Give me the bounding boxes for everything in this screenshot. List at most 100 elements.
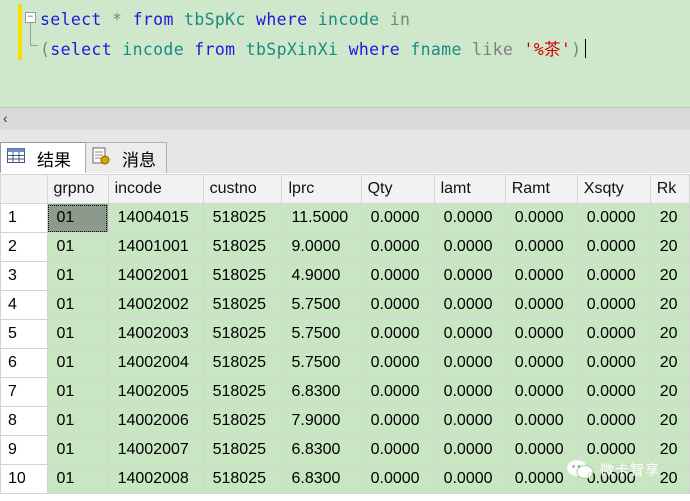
column-header[interactable]: incode — [107, 174, 204, 204]
table-cell[interactable]: 20 — [649, 232, 690, 262]
table-cell[interactable]: 0.0000 — [360, 261, 435, 291]
table-cell[interactable]: 518025 — [202, 435, 283, 465]
table-cell[interactable]: 518025 — [202, 203, 283, 233]
table-cell[interactable]: 01 — [46, 203, 109, 233]
table-cell[interactable]: 0.0000 — [433, 348, 506, 378]
table-cell[interactable]: 20 — [649, 290, 690, 320]
column-header[interactable]: Ramt — [504, 174, 578, 204]
table-cell[interactable]: 0.0000 — [504, 406, 578, 436]
table-cell[interactable]: 6.8300 — [281, 377, 362, 407]
table-cell[interactable]: 0.0000 — [360, 435, 435, 465]
table-cell[interactable]: 14002006 — [107, 406, 204, 436]
table-cell[interactable]: 14002002 — [107, 290, 204, 320]
table-cell[interactable]: 0.0000 — [576, 348, 651, 378]
row-number[interactable]: 4 — [0, 290, 48, 320]
row-number[interactable]: 2 — [0, 232, 48, 262]
column-header[interactable]: grpno — [46, 174, 109, 204]
table-cell[interactable]: 0.0000 — [360, 290, 435, 320]
table-cell[interactable]: 0.0000 — [433, 290, 506, 320]
table-cell[interactable]: 0.0000 — [433, 319, 506, 349]
table-cell[interactable]: 5.7500 — [281, 348, 362, 378]
table-cell[interactable]: 518025 — [202, 319, 283, 349]
table-cell[interactable]: 20 — [649, 406, 690, 436]
table-cell[interactable]: 01 — [46, 377, 109, 407]
results-grid[interactable]: grpno incode custno lprc Qty lamt Ramt X… — [0, 174, 690, 501]
table-cell[interactable]: 0.0000 — [360, 348, 435, 378]
table-cell[interactable]: 01 — [46, 319, 109, 349]
table-row[interactable]: 5 01 14002003 518025 5.7500 0.0000 0.0000 0.000… — [0, 319, 690, 349]
table-cell[interactable]: 5.7500 — [281, 319, 362, 349]
horizontal-scrollbar[interactable]: ‹ — [0, 107, 690, 130]
table-cell[interactable]: 20 — [649, 319, 690, 349]
collapse-toggle-icon[interactable]: − — [25, 12, 36, 23]
table-cell[interactable]: 0.0000 — [504, 261, 578, 291]
column-header[interactable]: custno — [202, 174, 283, 204]
table-cell[interactable]: 0.0000 — [433, 261, 506, 291]
table-cell[interactable]: 0.0000 — [504, 319, 578, 349]
table-cell[interactable]: 0.0000 — [504, 232, 578, 262]
table-cell[interactable]: 20 — [649, 203, 690, 233]
table-row[interactable]: 2 01 14001001 518025 9.0000 0.0000 0.0000 0.000… — [0, 232, 690, 262]
table-cell[interactable]: 0.0000 — [433, 406, 506, 436]
row-number[interactable]: 10 — [0, 464, 48, 494]
table-cell[interactable]: 0.0000 — [433, 203, 506, 233]
table-cell[interactable]: 0.0000 — [360, 319, 435, 349]
table-cell[interactable]: 6.8300 — [281, 435, 362, 465]
table-cell[interactable]: 5.7500 — [281, 290, 362, 320]
table-cell[interactable]: 01 — [46, 348, 109, 378]
query-editor[interactable]: − select * from tbSpKc where incode in (… — [0, 0, 690, 107]
table-cell[interactable]: 518025 — [202, 290, 283, 320]
table-cell[interactable]: 9.0000 — [281, 232, 362, 262]
row-number[interactable]: 1 — [0, 203, 48, 233]
row-number[interactable]: 7 — [0, 377, 48, 407]
table-cell[interactable]: 14002005 — [107, 377, 204, 407]
table-cell[interactable]: 20 — [649, 348, 690, 378]
table-cell[interactable]: 14002008 — [107, 464, 204, 494]
table-row[interactable]: 7 01 14002005 518025 6.8300 0.0000 0.0000 0.000… — [0, 377, 690, 407]
table-cell[interactable]: 518025 — [202, 261, 283, 291]
table-cell[interactable]: 0.0000 — [360, 464, 435, 494]
table-cell[interactable]: 0.0000 — [576, 203, 651, 233]
table-cell[interactable]: 0.0000 — [576, 319, 651, 349]
table-cell[interactable]: 20 — [649, 261, 690, 291]
tab-messages[interactable]: 消息 — [85, 142, 167, 173]
column-header[interactable]: lprc — [281, 174, 362, 204]
table-cell[interactable]: 0.0000 — [433, 464, 506, 494]
table-row[interactable]: 8 01 14002006 518025 7.9000 0.0000 0.0000 0.000… — [0, 406, 690, 436]
table-cell[interactable]: 0.0000 — [504, 377, 578, 407]
table-cell[interactable]: 01 — [46, 261, 109, 291]
table-cell[interactable]: 14002004 — [107, 348, 204, 378]
table-cell[interactable]: 7.9000 — [281, 406, 362, 436]
table-cell[interactable]: 01 — [46, 406, 109, 436]
table-cell[interactable]: 0.0000 — [360, 232, 435, 262]
row-number[interactable]: 8 — [0, 406, 48, 436]
table-cell[interactable]: 14002001 — [107, 261, 204, 291]
column-header[interactable]: Xsqty — [576, 174, 651, 204]
table-cell[interactable]: 518025 — [202, 377, 283, 407]
code-line-1[interactable]: select * from tbSpKc where incode in — [40, 10, 410, 29]
table-row[interactable]: 4 01 14002002 518025 5.7500 0.0000 0.0000 0.000… — [0, 290, 690, 320]
table-cell[interactable]: 0.0000 — [504, 290, 578, 320]
table-cell[interactable]: 01 — [46, 232, 109, 262]
table-cell[interactable]: 01 — [46, 435, 109, 465]
row-number[interactable]: 5 — [0, 319, 48, 349]
row-number[interactable]: 9 — [0, 435, 48, 465]
table-row[interactable]: 3 01 14002001 518025 4.9000 0.0000 0.0000 0.000… — [0, 261, 690, 291]
table-cell[interactable]: 0.0000 — [360, 377, 435, 407]
table-cell[interactable]: 518025 — [202, 464, 283, 494]
table-cell[interactable]: 14001001 — [107, 232, 204, 262]
column-header-rownum[interactable] — [0, 174, 48, 204]
table-cell[interactable]: 0.0000 — [360, 203, 435, 233]
row-number[interactable]: 3 — [0, 261, 48, 291]
table-cell[interactable]: 01 — [46, 290, 109, 320]
table-cell[interactable]: 518025 — [202, 232, 283, 262]
table-cell[interactable]: 14002007 — [107, 435, 204, 465]
table-cell[interactable]: 01 — [46, 464, 109, 494]
table-cell[interactable]: 518025 — [202, 406, 283, 436]
column-header[interactable]: Rk — [649, 174, 690, 204]
column-header[interactable]: lamt — [433, 174, 506, 204]
table-cell[interactable]: 0.0000 — [576, 406, 651, 436]
scroll-left-icon[interactable]: ‹ — [3, 110, 8, 126]
row-number[interactable]: 6 — [0, 348, 48, 378]
tab-results[interactable]: 结果 — [0, 142, 86, 173]
